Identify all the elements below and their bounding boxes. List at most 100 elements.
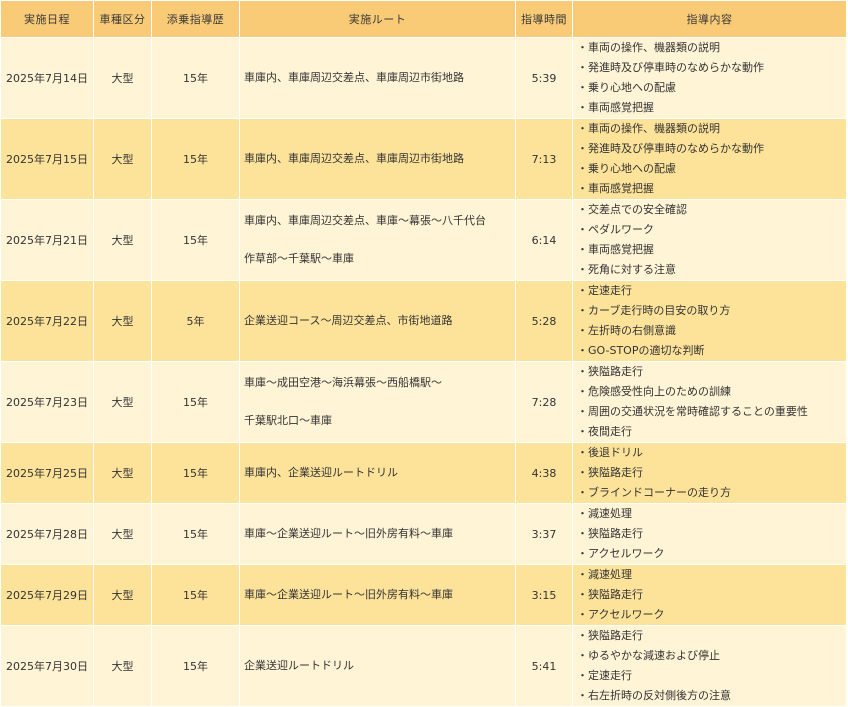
content-item: 狭隘路走行 <box>577 585 842 605</box>
table-row: 2025年7月23日 大型 15年 車庫～成田空港～海浜幕張～西船橋駅～ 千葉駅北口～車… <box>0 361 847 443</box>
route-line: 車庫～企業送迎ルート～旧外房有料～車庫 <box>244 588 453 601</box>
route-line: 車庫内、車庫周辺交差点、車庫周辺市街地路 <box>244 152 464 165</box>
cell-coaching-history: 15年 <box>151 442 240 504</box>
cell-coaching-history: 15年 <box>151 503 240 565</box>
content-item: ブラインドコーナーの走り方 <box>577 483 842 503</box>
content-item: 狭隘路走行 <box>577 363 842 383</box>
cell-vehicle-type: 大型 <box>93 118 152 200</box>
table-row: 2025年7月15日大型15年車庫内、車庫周辺交差点、車庫周辺市街地路 7:13車… <box>0 118 847 200</box>
content-item: 死角に対する注意 <box>577 260 842 280</box>
cell-coaching-content: 狭隘路走行ゆるやかな減速および停止定速走行右左折時の反対側後方の注意 <box>572 625 847 707</box>
cell-coaching-history: 5年 <box>151 280 240 362</box>
cell-vehicle-type: 大型 <box>93 442 152 504</box>
cell-route: 車庫～企業送迎ルート～旧外房有料～車庫 <box>239 564 516 626</box>
header-coaching-time: 指導時間 <box>515 0 573 38</box>
header-coaching-history: 添乗指導歴 <box>151 0 240 38</box>
cell-coaching-history: 15年 <box>151 118 240 200</box>
cell-vehicle-type: 大型 <box>93 361 152 443</box>
cell-coaching-history: 15年 <box>151 625 240 707</box>
content-item: 車両感覚把握 <box>577 240 842 260</box>
cell-date: 2025年7月30日 <box>0 625 94 707</box>
route-line: 車庫～企業送迎ルート～旧外房有料～車庫 <box>244 527 453 540</box>
route-line: 車庫～成田空港～海浜幕張～西船橋駅～ <box>244 376 442 389</box>
table-row: 2025年7月30日大型15年企業送迎ルートドリル 5:41狭隘路走行ゆるやかな減… <box>0 625 847 707</box>
cell-vehicle-type: 大型 <box>93 280 152 362</box>
cell-route: 車庫内、車庫周辺交差点、車庫周辺市街地路 <box>239 37 516 119</box>
table-row: 2025年7月21日 大型 15年 車庫内、車庫周辺交差点、車庫～幕張～八千代台 作草部… <box>0 199 847 281</box>
content-item: 狭隘路走行 <box>577 463 842 483</box>
content-item: 交差点での安全確認 <box>577 201 842 221</box>
table-row: 2025年7月22日大型5年企業送迎コース～周辺交差点、市街地道路 5:28定速走… <box>0 280 847 362</box>
cell-coaching-time: 5:41 <box>515 625 573 707</box>
cell-coaching-time: 5:39 <box>515 37 573 119</box>
route-line: 千葉駅北口～車庫 <box>244 414 332 427</box>
cell-route: 企業送迎コース～周辺交差点、市街地道路 <box>239 280 516 362</box>
table-body: 2025年7月14日大型15年車庫内、車庫周辺交差点、車庫周辺市街地路5:39車… <box>0 37 847 707</box>
cell-date: 2025年7月29日 <box>0 564 94 626</box>
cell-date: 2025年7月21日 <box>0 199 94 281</box>
cell-coaching-time: 4:38 <box>515 442 573 504</box>
cell-coaching-history: 15年 <box>151 361 240 443</box>
header-row: 実施日程 車種区分 添乗指導歴 実施ルート 指導時間 指導内容 <box>0 0 847 38</box>
table-row: 2025年7月25日大型15年車庫内、企業送迎ルートドリル 4:38後退ドリル狭隘… <box>0 442 847 504</box>
content-item: 減速処理 <box>577 505 842 525</box>
cell-coaching-content: 定速走行カーブ走行時の目安の取り方左折時の右側意識GO-STOPの適切な判断 <box>572 280 847 362</box>
content-item: ペダルワーク <box>577 220 842 240</box>
cell-route: 車庫内、車庫周辺交差点、車庫～幕張～八千代台 作草部～千葉駅～車庫 <box>239 199 516 281</box>
cell-route: 車庫～企業送迎ルート～旧外房有料～車庫 <box>239 503 516 565</box>
header-date: 実施日程 <box>0 0 94 38</box>
cell-coaching-time: 7:28 <box>515 361 573 443</box>
cell-coaching-history: 15年 <box>151 199 240 281</box>
cell-route: 車庫内、車庫周辺交差点、車庫周辺市街地路 <box>239 118 516 200</box>
cell-route: 車庫内、企業送迎ルートドリル <box>239 442 516 504</box>
content-item: 狭隘路走行 <box>577 627 842 647</box>
cell-coaching-time: 3:37 <box>515 503 573 565</box>
cell-coaching-content: 交差点での安全確認ペダルワーク車両感覚把握死角に対する注意 <box>572 199 847 281</box>
cell-vehicle-type: 大型 <box>93 503 152 565</box>
content-item: 左折時の右側意識 <box>577 321 842 341</box>
header-vehicle-type: 車種区分 <box>93 0 152 38</box>
content-item: 狭隘路走行 <box>577 524 842 544</box>
cell-coaching-time: 6:14 <box>515 199 573 281</box>
cell-coaching-content: 後退ドリル狭隘路走行ブラインドコーナーの走り方 <box>572 442 847 504</box>
cell-route: 車庫～成田空港～海浜幕張～西船橋駅～ 千葉駅北口～車庫 <box>239 361 516 443</box>
content-item: GO-STOPの適切な判断 <box>577 341 842 361</box>
header-route: 実施ルート <box>239 0 516 38</box>
route-line: 企業送迎コース～周辺交差点、市街地道路 <box>244 314 453 327</box>
cell-coaching-history: 15年 <box>151 37 240 119</box>
cell-coaching-time: 7:13 <box>515 118 573 200</box>
cell-coaching-content: 車両の操作、機器類の説明発進時及び停車時のなめらかな動作乗り心地への配慮車両感覚… <box>572 118 847 200</box>
table-row: 2025年7月14日大型15年車庫内、車庫周辺交差点、車庫周辺市街地路 5:39車… <box>0 37 847 119</box>
content-item: 定速走行 <box>577 282 842 302</box>
content-item: 危険感受性向上のための訓練 <box>577 382 842 402</box>
route-line: 作草部～千葉駅～車庫 <box>244 252 354 265</box>
route-line: 車庫内、車庫周辺交差点、車庫～幕張～八千代台 <box>244 214 486 227</box>
content-item: 定速走行 <box>577 666 842 686</box>
cell-coaching-content: 狭隘路走行危険感受性向上のための訓練周囲の交通状況を常時確認することの重要性夜間… <box>572 361 847 443</box>
cell-vehicle-type: 大型 <box>93 564 152 626</box>
content-item: 周囲の交通状況を常時確認することの重要性 <box>577 402 842 422</box>
content-item: 夜間走行 <box>577 422 842 442</box>
cell-date: 2025年7月28日 <box>0 503 94 565</box>
content-item: アクセルワーク <box>577 544 842 564</box>
content-item: 後退ドリル <box>577 444 842 464</box>
cell-date: 2025年7月22日 <box>0 280 94 362</box>
content-item: 車両の操作、機器類の説明 <box>577 120 842 140</box>
cell-coaching-content: 車両の操作、機器類の説明発進時及び停車時のなめらかな動作乗り心地への配慮車両感覚… <box>572 37 847 119</box>
cell-coaching-content: 減速処理狭隘路走行アクセルワーク <box>572 503 847 565</box>
content-item: 車両の操作、機器類の説明 <box>577 39 842 59</box>
content-item: 車両感覚把握 <box>577 98 842 118</box>
content-item: 乗り心地への配慮 <box>577 78 842 98</box>
cell-date: 2025年7月14日 <box>0 37 94 119</box>
training-schedule-table: 実施日程 車種区分 添乗指導歴 実施ルート 指導時間 指導内容 2025年7月1… <box>0 0 847 707</box>
content-item: 減速処理 <box>577 566 842 586</box>
table-row: 2025年7月28日大型15年車庫～企業送迎ルート～旧外房有料～車庫 3:37減速… <box>0 503 847 565</box>
cell-vehicle-type: 大型 <box>93 625 152 707</box>
cell-date: 2025年7月23日 <box>0 361 94 443</box>
cell-coaching-content: 減速処理狭隘路走行アクセルワーク <box>572 564 847 626</box>
content-item: 右左折時の反対側後方の注意 <box>577 686 842 706</box>
cell-vehicle-type: 大型 <box>93 199 152 281</box>
route-line: 車庫内、車庫周辺交差点、車庫周辺市街地路 <box>244 71 464 84</box>
cell-coaching-history: 15年 <box>151 564 240 626</box>
content-item: カーブ走行時の目安の取り方 <box>577 301 842 321</box>
